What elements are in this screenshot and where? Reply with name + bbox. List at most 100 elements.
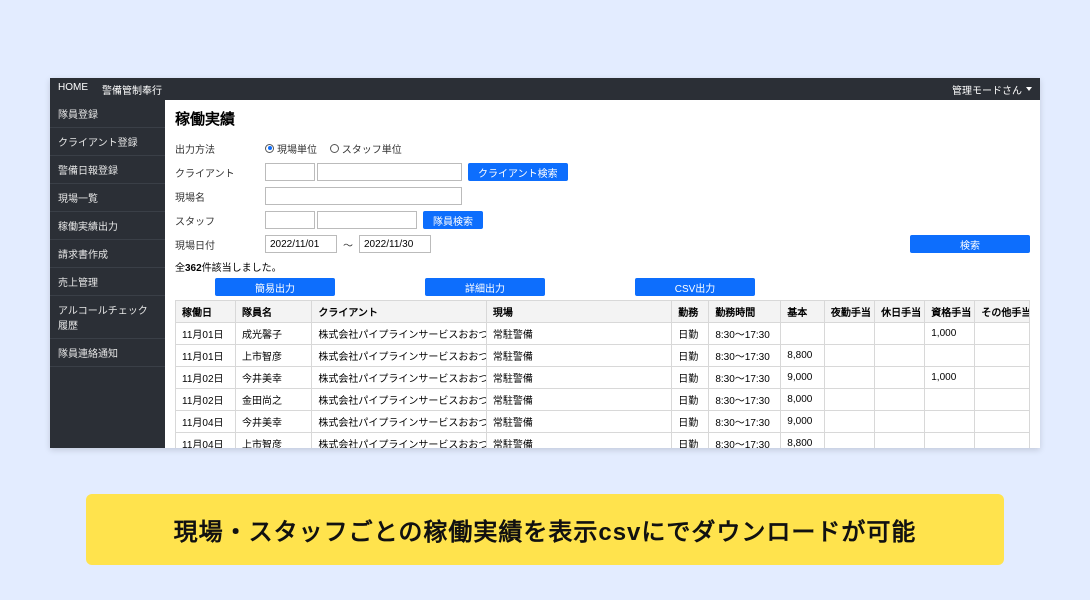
cell-date: 11月04日 <box>176 433 236 449</box>
cell-date: 11月01日 <box>176 345 236 367</box>
cell-name: 今井美幸 <box>235 411 311 433</box>
app-window: HOME 警備管制奉行 管理モードさん 隊員登録 クライアント登録 警備日報登録… <box>50 78 1040 448</box>
th-date: 稼働日 <box>176 301 236 323</box>
cell-night <box>824 433 874 449</box>
cell-cert: 1,000 <box>925 323 975 345</box>
cell-base: 9,000 <box>781 367 825 389</box>
client-code-input[interactable] <box>265 163 315 181</box>
user-menu[interactable]: 管理モードさん <box>952 82 1032 97</box>
cell-hours: 8:30～17:30 <box>709 323 781 345</box>
cell-cert <box>925 411 975 433</box>
filter-form: 出力方法 現場単位 スタッフ単位 クライアント クライアント検索 現場名 <box>175 137 1030 255</box>
cell-date: 11月04日 <box>176 411 236 433</box>
cell-cert <box>925 433 975 449</box>
cell-other <box>975 323 1030 345</box>
staff-search-button[interactable]: 隊員検索 <box>423 211 483 229</box>
th-night: 夜勤手当 <box>824 301 874 323</box>
cell-other <box>975 345 1030 367</box>
cell-date: 11月02日 <box>176 367 236 389</box>
sidebar-item-client-register[interactable]: クライアント登録 <box>50 128 165 156</box>
cell-other <box>975 411 1030 433</box>
radio-icon <box>265 144 274 153</box>
sidebar-item-alcohol[interactable]: アルコールチェック履歴 <box>50 296 165 339</box>
cell-holiday <box>875 411 925 433</box>
sidebar-item-sales[interactable]: 売上管理 <box>50 268 165 296</box>
th-client: クライアント <box>312 301 487 323</box>
radio-site-unit[interactable]: 現場単位 <box>265 141 317 156</box>
table-row: 11月04日今井美幸株式会社パイプラインサービスおおつ常駐警備日勤8:30～17… <box>176 411 1030 433</box>
cell-client: 株式会社パイプラインサービスおおつ <box>312 367 487 389</box>
client-search-button[interactable]: クライアント検索 <box>468 163 568 181</box>
cell-other <box>975 433 1030 449</box>
sidebar-item-invoice[interactable]: 請求書作成 <box>50 240 165 268</box>
cell-shift: 日勤 <box>672 389 709 411</box>
cell-holiday <box>875 323 925 345</box>
cell-client: 株式会社パイプラインサービスおおつ <box>312 323 487 345</box>
th-site: 現場 <box>486 301 671 323</box>
sidebar-item-daily-report[interactable]: 警備日報登録 <box>50 156 165 184</box>
cell-base: 8,800 <box>781 433 825 449</box>
client-name-input[interactable] <box>317 163 462 181</box>
cell-base: 9,000 <box>781 411 825 433</box>
staff-code-input[interactable] <box>265 211 315 229</box>
sidebar-item-site-list[interactable]: 現場一覧 <box>50 184 165 212</box>
cell-hours: 8:30～17:30 <box>709 411 781 433</box>
site-name-input[interactable] <box>265 187 462 205</box>
cell-base: 8,800 <box>781 345 825 367</box>
radio-staff-unit[interactable]: スタッフ単位 <box>330 141 402 156</box>
cell-base <box>781 323 825 345</box>
cell-name: 上市智彦 <box>235 433 311 449</box>
date-label: 現場日付 <box>175 237 265 252</box>
cell-shift: 日勤 <box>672 323 709 345</box>
main-content: 稼働実績 出力方法 現場単位 スタッフ単位 クライアント クライアント検索 現 <box>165 100 1040 448</box>
cell-shift: 日勤 <box>672 367 709 389</box>
table-header-row: 稼働日 隊員名 クライアント 現場 勤務 勤務時間 基本 夜勤手当 休日手当 資… <box>176 301 1030 323</box>
staff-name-input[interactable] <box>317 211 417 229</box>
sidebar-item-work-output[interactable]: 稼働実績出力 <box>50 212 165 240</box>
cell-hours: 8:30～17:30 <box>709 389 781 411</box>
cell-night <box>824 345 874 367</box>
cell-name: 金田尚之 <box>235 389 311 411</box>
date-from-input[interactable] <box>265 235 337 253</box>
date-to-input[interactable] <box>359 235 431 253</box>
cell-night <box>824 389 874 411</box>
cell-hours: 8:30～17:30 <box>709 345 781 367</box>
nav-brand[interactable]: 警備管制奉行 <box>102 82 162 97</box>
sidebar-item-staff-register[interactable]: 隊員登録 <box>50 100 165 128</box>
output-method-label: 出力方法 <box>175 141 265 156</box>
cell-shift: 日勤 <box>672 411 709 433</box>
cell-hours: 8:30～17:30 <box>709 367 781 389</box>
table-row: 11月01日成光馨子株式会社パイプラインサービスおおつ常駐警備日勤8:30～17… <box>176 323 1030 345</box>
cell-holiday <box>875 433 925 449</box>
cell-site: 常駐警備 <box>486 433 671 449</box>
sidebar-item-notify[interactable]: 隊員連絡通知 <box>50 339 165 367</box>
csv-output-button[interactable]: CSV出力 <box>635 278 755 296</box>
chevron-down-icon <box>1026 87 1032 91</box>
cell-shift: 日勤 <box>672 433 709 449</box>
table-row: 11月02日今井美幸株式会社パイプラインサービスおおつ常駐警備日勤8:30～17… <box>176 367 1030 389</box>
simple-output-button[interactable]: 簡易出力 <box>215 278 335 296</box>
th-shift: 勤務 <box>672 301 709 323</box>
th-cert: 資格手当 <box>925 301 975 323</box>
cell-name: 上市智彦 <box>235 345 311 367</box>
th-holiday: 休日手当 <box>875 301 925 323</box>
search-button[interactable]: 検索 <box>910 235 1030 253</box>
cell-client: 株式会社パイプラインサービスおおつ <box>312 433 487 449</box>
cell-name: 成光馨子 <box>235 323 311 345</box>
result-count: 全362件該当しました。 <box>175 259 1030 274</box>
cell-site: 常駐警備 <box>486 367 671 389</box>
cell-site: 常駐警備 <box>486 345 671 367</box>
cell-night <box>824 323 874 345</box>
radio-icon <box>330 144 339 153</box>
sidebar: 隊員登録 クライアント登録 警備日報登録 現場一覧 稼働実績出力 請求書作成 売… <box>50 100 165 448</box>
cell-cert <box>925 345 975 367</box>
cell-shift: 日勤 <box>672 345 709 367</box>
cell-site: 常駐警備 <box>486 389 671 411</box>
client-label: クライアント <box>175 165 265 180</box>
nav-home[interactable]: HOME <box>58 82 88 97</box>
table-row: 11月01日上市智彦株式会社パイプラインサービスおおつ常駐警備日勤8:30～17… <box>176 345 1030 367</box>
site-label: 現場名 <box>175 189 265 204</box>
detail-output-button[interactable]: 詳細出力 <box>425 278 545 296</box>
cell-night <box>824 411 874 433</box>
cell-site: 常駐警備 <box>486 411 671 433</box>
